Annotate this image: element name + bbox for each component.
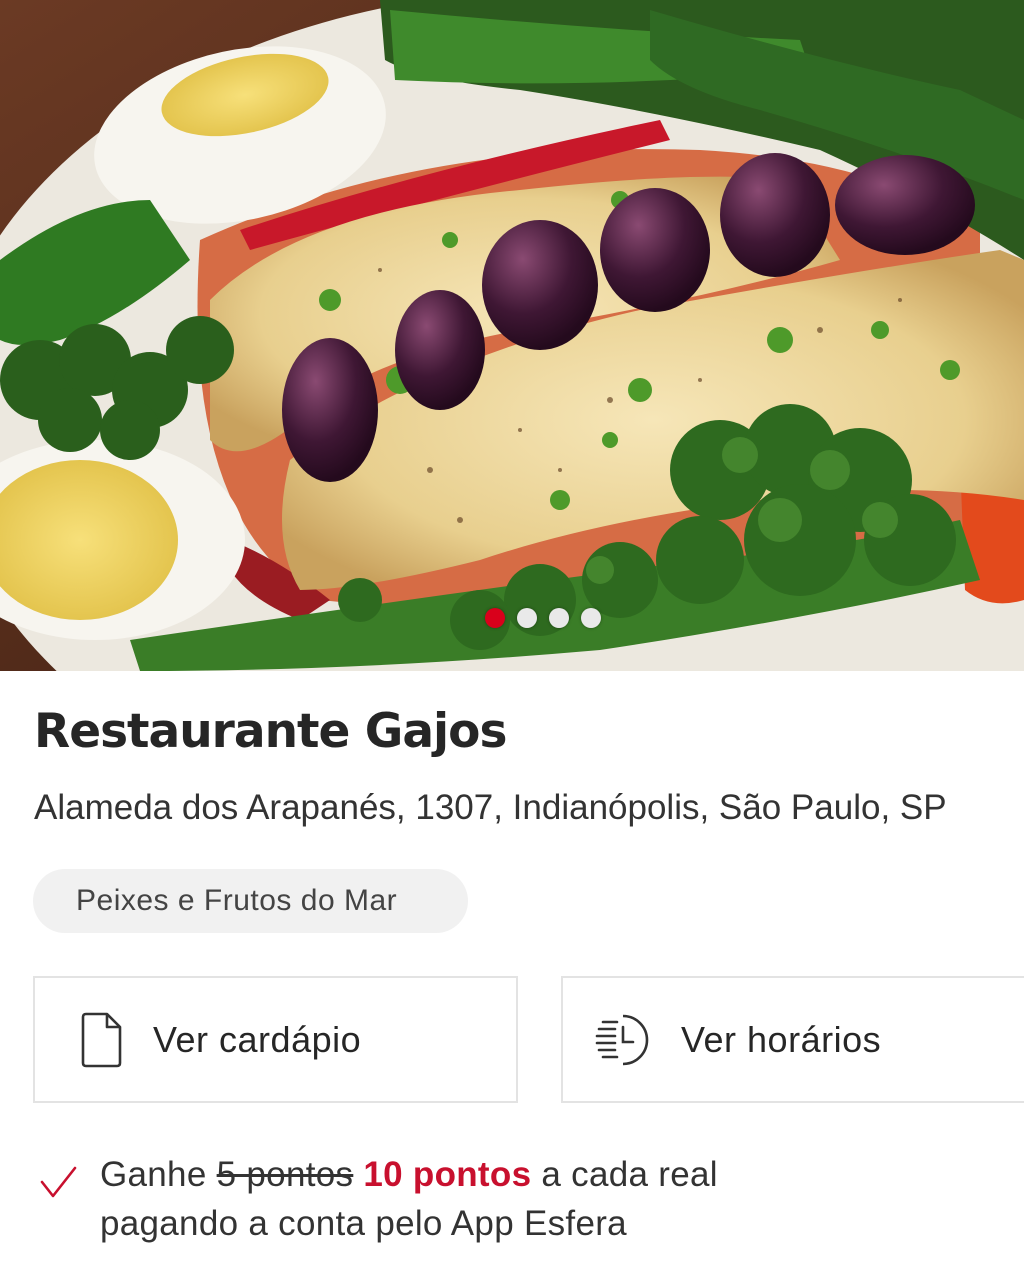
category-label: Peixes e Frutos do Mar xyxy=(76,884,398,917)
restaurant-photo-carousel[interactable] xyxy=(0,0,1024,671)
check-icon xyxy=(38,1162,78,1202)
new-points: 10 pontos xyxy=(363,1155,532,1194)
document-icon xyxy=(71,1008,131,1072)
carousel-dot-3[interactable] xyxy=(549,608,569,628)
food-photo xyxy=(0,0,1024,671)
carousel-dot-1[interactable] xyxy=(485,608,505,628)
view-hours-label: Ver horários xyxy=(681,1018,882,1060)
carousel-dot-2[interactable] xyxy=(517,608,537,628)
points-suffix: a cada real xyxy=(541,1155,718,1194)
old-points: 5 pontos xyxy=(216,1155,354,1194)
restaurant-address: Alameda dos Arapanés, 1307, Indianópolis… xyxy=(34,788,947,827)
points-promo: Ganhe 5 pontos 10 pontos a cada real pag… xyxy=(38,1150,718,1248)
carousel-indicator xyxy=(0,607,1024,629)
clock-schedule-icon xyxy=(593,1008,653,1072)
points-line2: pagando a conta pelo App Esfera xyxy=(100,1204,627,1243)
points-prefix: Ganhe xyxy=(100,1155,207,1194)
view-menu-button[interactable]: Ver cardápio xyxy=(33,976,518,1103)
carousel-dot-4[interactable] xyxy=(581,608,601,628)
restaurant-name: Restaurante Gajos xyxy=(34,704,507,759)
category-chip[interactable]: Peixes e Frutos do Mar xyxy=(33,869,468,933)
view-hours-button[interactable]: Ver horários xyxy=(561,976,1024,1103)
view-menu-label: Ver cardápio xyxy=(153,1018,362,1060)
